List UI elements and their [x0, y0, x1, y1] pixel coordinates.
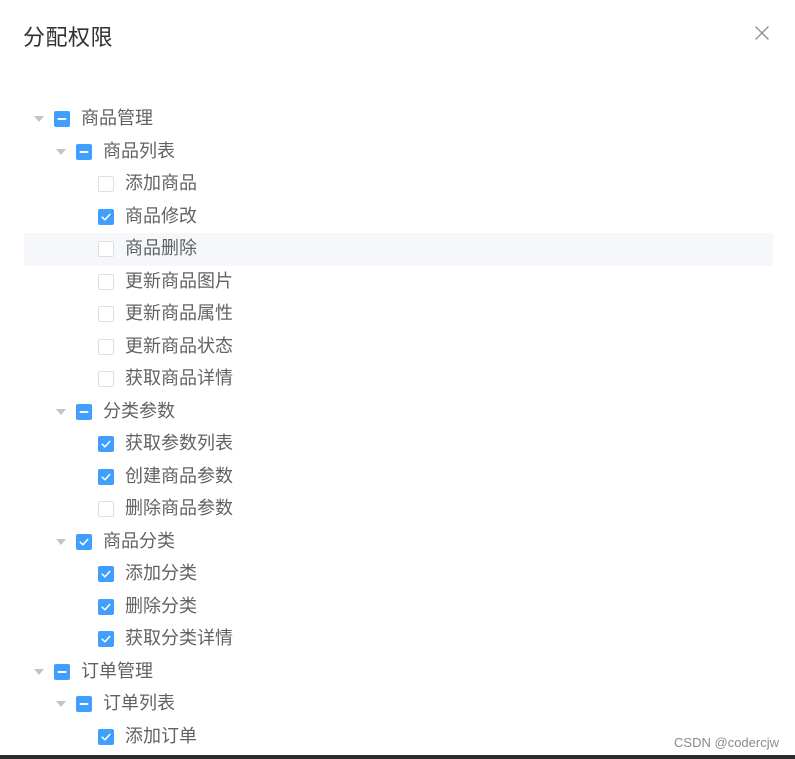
tree-node[interactable]: 商品分类 [24, 526, 773, 559]
tree-node-label: 创建商品参数 [125, 465, 233, 487]
tree-node[interactable]: 商品列表 [24, 136, 773, 169]
checkbox-indeterminate[interactable] [54, 663, 70, 680]
tree-node[interactable]: 更新商品状态 [24, 331, 773, 364]
checkbox-checked[interactable] [98, 208, 114, 225]
tree-node[interactable]: 分类参数 [24, 396, 773, 429]
tree-node-label: 删除商品参数 [125, 498, 233, 520]
tree-node-label: 商品删除 [125, 238, 197, 260]
tree-node-label: 商品修改 [125, 205, 197, 227]
tree-node-label: 商品分类 [103, 530, 175, 552]
checkbox-indeterminate[interactable] [76, 696, 92, 713]
close-button[interactable] [751, 22, 773, 44]
permission-tree: 商品管理商品列表添加商品商品修改商品删除更新商品图片 更新商品属性 更新商品状态 获取… [24, 103, 773, 753]
checkbox-checked[interactable] [98, 598, 114, 615]
tree-node-label: 获取分类详情 [125, 628, 233, 650]
tree-node[interactable]: 添加分类 [24, 558, 773, 591]
checkbox[interactable] [98, 176, 114, 193]
tree-node[interactable]: 获取参数列表 [24, 428, 773, 461]
checkbox[interactable] [98, 501, 114, 518]
checkbox-checked[interactable] [98, 631, 114, 648]
watermark: CSDN @codercjw [674, 735, 779, 750]
tree-node[interactable]: 删除商品参数 [24, 493, 773, 526]
checkbox[interactable] [98, 241, 114, 258]
checkbox[interactable] [98, 371, 114, 388]
checkbox[interactable] [98, 273, 114, 290]
checkbox-indeterminate[interactable] [76, 143, 92, 160]
tree-node-label: 更新商品图片 [125, 270, 233, 292]
tree-node-label: 商品列表 [103, 140, 175, 162]
tree-node-label: 更新商品属性 [125, 303, 233, 325]
tree-node-label: 获取参数列表 [125, 433, 233, 455]
caret-down-icon[interactable] [34, 668, 44, 675]
checkbox-indeterminate[interactable] [54, 111, 70, 128]
dialog-title: 分配权限 [23, 26, 114, 51]
tree-node[interactable]: 更新商品图片 [24, 266, 773, 299]
checkbox[interactable] [98, 306, 114, 323]
caret-down-icon[interactable] [56, 701, 66, 708]
tree-node-label: 商品管理 [81, 108, 153, 130]
tree-node[interactable]: 商品删除 [24, 233, 773, 266]
tree-node[interactable]: 创建商品参数 [24, 461, 773, 494]
tree-node[interactable]: 添加订单 [24, 721, 773, 754]
close-icon [755, 26, 769, 40]
tree-node-label: 添加订单 [125, 725, 197, 747]
tree-node[interactable]: 获取分类详情 [24, 623, 773, 656]
checkbox-checked[interactable] [76, 533, 92, 550]
tree-node-label: 添加商品 [125, 173, 197, 195]
caret-down-icon[interactable] [56, 538, 66, 545]
tree-node-label: 分类参数 [103, 400, 175, 422]
tree-node[interactable]: 商品管理 [24, 103, 773, 136]
caret-down-icon[interactable] [34, 116, 44, 123]
tree-node-label: 删除分类 [125, 595, 197, 617]
bottom-edge [0, 755, 795, 759]
tree-node-label: 获取商品详情 [125, 368, 233, 390]
caret-down-icon[interactable] [56, 148, 66, 155]
tree-node[interactable]: 获取商品详情 [24, 363, 773, 396]
tree-node[interactable]: 订单列表 [24, 688, 773, 721]
assign-permissions-dialog: 分配权限 商品管理商品列表添加商品商品修改商品删除更新商品图片 更新商品属性 更新商… [0, 0, 795, 759]
tree-node-label: 订单管理 [81, 660, 153, 682]
tree-node[interactable]: 添加商品 [24, 168, 773, 201]
tree-node[interactable]: 更新商品属性 [24, 298, 773, 331]
tree-node[interactable]: 删除分类 [24, 591, 773, 624]
checkbox-checked[interactable] [98, 728, 114, 745]
checkbox-checked[interactable] [98, 436, 114, 453]
tree-node[interactable]: 商品修改 [24, 201, 773, 234]
tree-node-label: 添加分类 [125, 563, 197, 585]
tree-node-label: 更新商品状态 [125, 335, 233, 357]
tree-node-label: 订单列表 [103, 693, 175, 715]
checkbox-checked[interactable] [98, 566, 114, 583]
checkbox-checked[interactable] [98, 468, 114, 485]
tree-node[interactable]: 订单管理 [24, 656, 773, 689]
caret-down-icon[interactable] [56, 408, 66, 415]
checkbox[interactable] [98, 338, 114, 355]
checkbox-indeterminate[interactable] [76, 403, 92, 420]
